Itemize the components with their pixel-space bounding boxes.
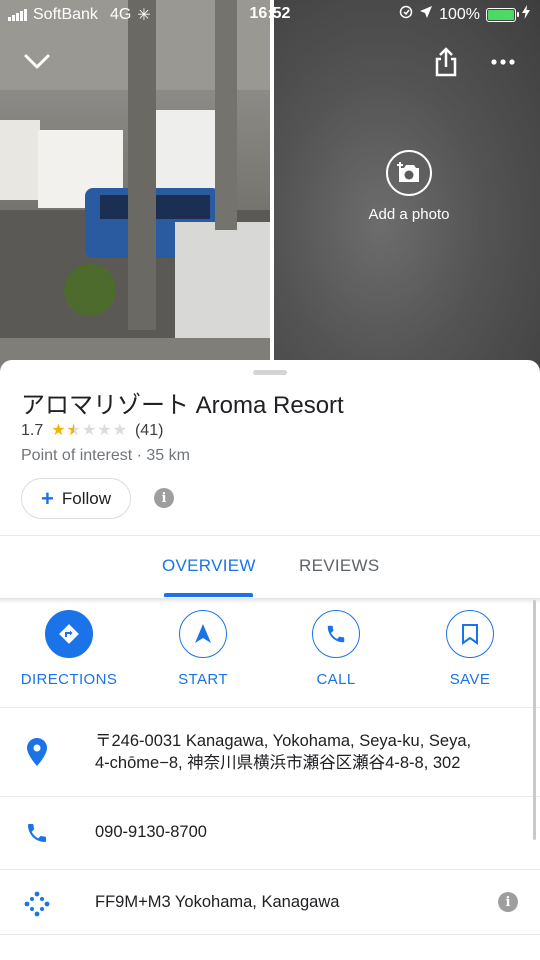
scrollbar[interactable] [533,600,536,840]
more-horizontal-icon [491,59,515,65]
directions-label: DIRECTIONS [20,671,118,688]
place-category-distance: Point of interest · 35 km [21,447,190,464]
share-icon [435,47,457,77]
battery-icon [486,7,519,22]
location-arrow-icon [419,5,433,24]
star-icon: ★ [112,422,127,439]
tab-bar: OVERVIEW REVIEWS [0,536,540,598]
info-icon[interactable]: i [154,488,174,508]
charging-icon [522,5,530,24]
bookmark-icon [446,610,494,658]
directions-button[interactable]: DIRECTIONS [14,610,124,688]
tab-bar-shadow [0,598,540,604]
directions-icon [45,610,93,658]
call-button[interactable]: CALL [281,610,391,688]
add-photo-button[interactable]: Add a photo [348,150,470,223]
address-line-1: 〒246-0031 Kanagawa, Yokohama, Seya-ku, S… [95,732,472,750]
signal-strength-icon [8,9,27,21]
star-rating: ★ ★ ★ ★ ★ [51,422,127,440]
star-icon: ★ [67,423,81,440]
plus-code-text: FF9M+M3 Yokohama, Kanagawa [95,893,340,911]
carrier-name: SoftBank [33,6,98,23]
add-photo-label: Add a photo [368,206,450,223]
star-icon: ★ [51,422,66,439]
star-icon: ★ [97,422,112,439]
battery-percent: 100% [439,5,480,23]
status-right: 100% [399,5,530,24]
address-line-2: 4-chōme−8, 神奈川県横浜市瀬谷区瀬谷4-8-8, 302 [95,754,461,772]
phone-row[interactable]: 090-9130-8700 [0,797,540,869]
active-tab-indicator [164,593,253,597]
tab-reviews[interactable]: REVIEWS [299,556,380,576]
call-label: CALL [316,671,356,688]
start-label: START [178,671,228,688]
network-type: 4G [109,6,132,23]
photo-header: SoftBank 4G ✳ 16:52 100% Add a photo [0,0,540,372]
loading-spinner-icon: ✳ [137,7,151,24]
add-camera-icon [386,150,432,196]
star-icon: ★ [81,422,97,439]
chevron-down-icon [24,54,50,69]
review-count: (41) [134,422,164,439]
collapse-button[interactable] [17,42,57,82]
follow-label: Follow [61,488,111,508]
screen-lock-icon [399,5,413,24]
divider [0,934,540,935]
navigation-arrow-icon [179,610,227,658]
save-button[interactable]: SAVE [415,610,525,688]
plus-code-info-icon[interactable]: i [498,892,518,912]
follow-button[interactable]: + Follow [21,478,131,519]
phone-icon [312,610,360,658]
place-title: アロマリゾート Aroma Resort [21,392,344,419]
phone-number: 090-9130-8700 [95,823,207,841]
sheet-drag-handle[interactable] [253,370,287,375]
status-bar: SoftBank 4G ✳ 16:52 100% [0,0,540,28]
rating-value: 1.7 [21,422,44,439]
plus-code-row[interactable]: FF9M+M3 Yokohama, Kanagawa i [0,870,540,934]
status-left: SoftBank 4G ✳ [8,5,151,25]
start-button[interactable]: START [148,610,258,688]
plus-icon: + [41,485,54,511]
action-bar: DIRECTIONS START CALL SAVE [0,610,540,705]
save-label: SAVE [449,671,491,688]
place-details-sheet: アロマリゾート Aroma Resort 1.7 ★★★★★ (41) Poin… [0,360,540,960]
phone-icon [22,821,52,845]
location-pin-icon [22,738,52,766]
address-row[interactable]: 〒246-0031 Kanagawa, Yokohama, Seya-ku, S… [0,708,540,796]
plus-code-icon [22,890,52,918]
more-options-button[interactable] [483,42,523,82]
rating-row[interactable]: 1.7 ★★★★★ (41) [21,422,163,440]
share-button[interactable] [426,42,466,82]
address-text: 〒246-0031 Kanagawa, Yokohama, Seya-ku, S… [95,730,471,774]
tab-overview[interactable]: OVERVIEW [162,556,256,576]
